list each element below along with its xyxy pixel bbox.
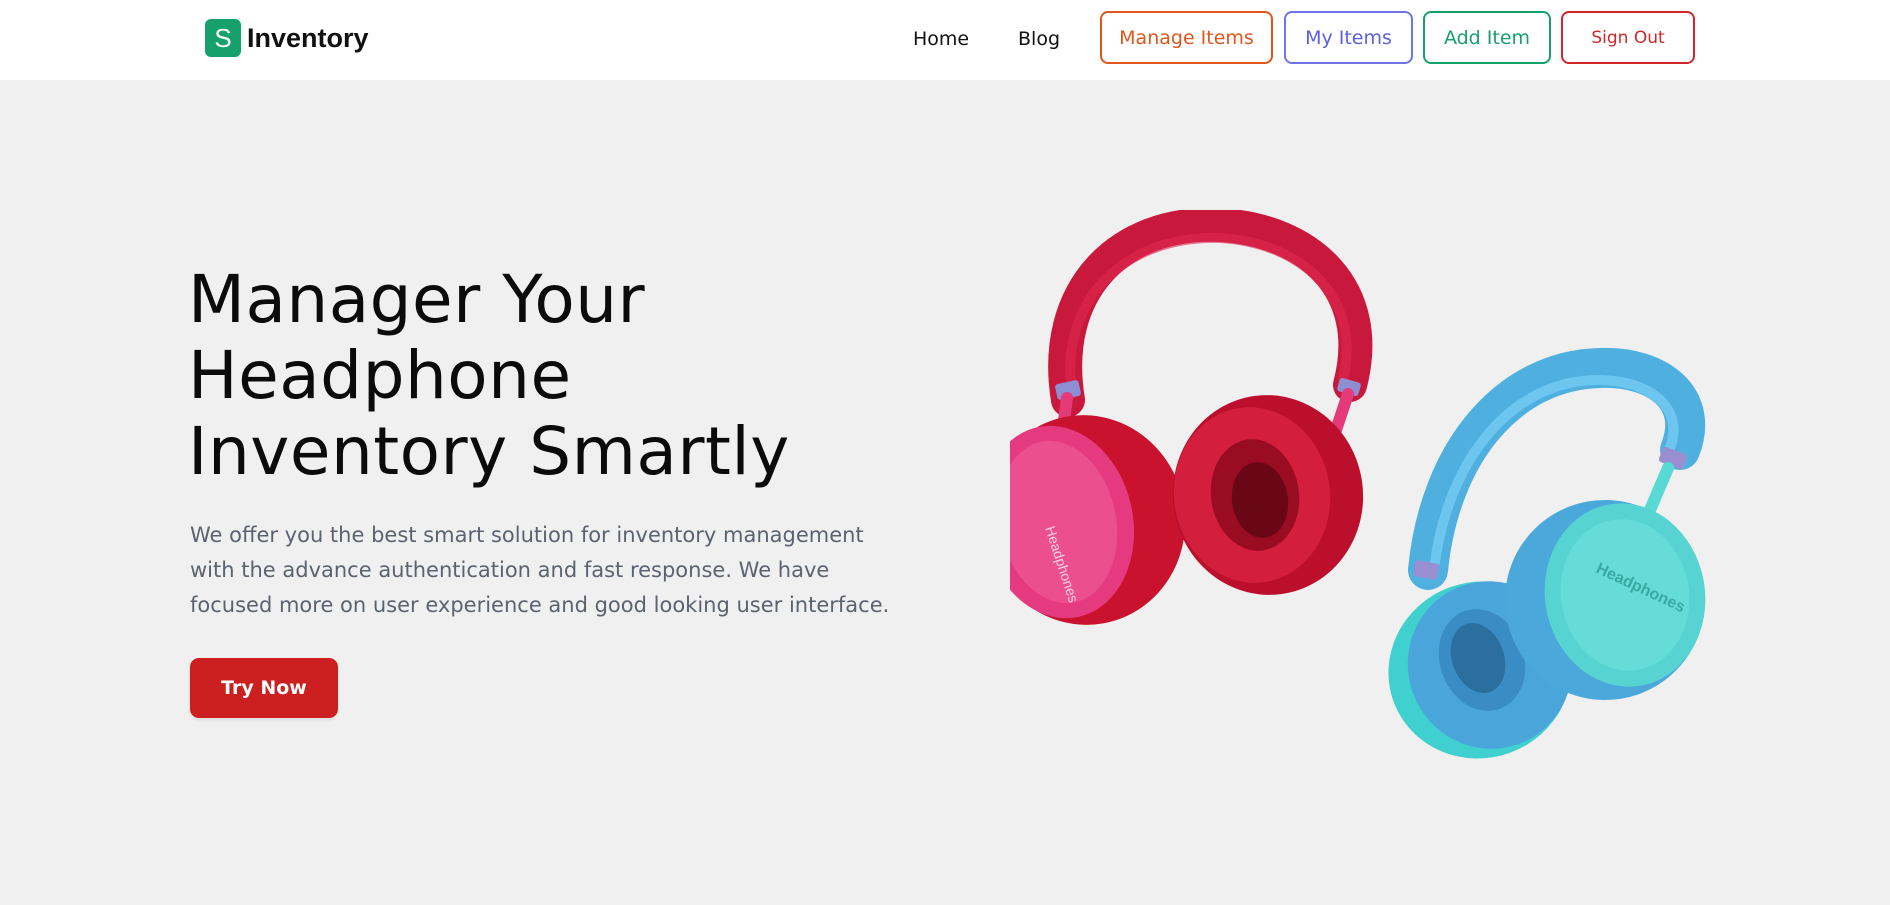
red-headphone: Headphones (1010, 210, 1373, 625)
sign-out-button[interactable]: Sign Out (1561, 11, 1695, 64)
manage-items-button[interactable]: Manage Items (1100, 11, 1273, 64)
hero-description: We offer you the best smart solution for… (190, 518, 910, 623)
hero-title-line: Manager Your (188, 261, 646, 338)
brand-link[interactable]: S Inventory (205, 19, 369, 57)
navbar: S Inventory Home Blog Manage Items My It… (0, 0, 1890, 80)
hero-description-line: focused more on user experience and good… (190, 593, 890, 617)
hero-description-line: with the advance authentication and fast… (190, 558, 830, 582)
add-item-button[interactable]: Add Item (1423, 11, 1551, 64)
nav-link-home[interactable]: Home (913, 24, 969, 54)
my-items-button[interactable]: My Items (1284, 11, 1413, 64)
try-now-button[interactable]: Try Now (190, 658, 338, 718)
hero-title-line: Headphone (188, 337, 572, 414)
brand-name: Inventory (247, 22, 369, 53)
blue-headphone: Headphones (1388, 347, 1706, 759)
nav-link-blog[interactable]: Blog (1018, 24, 1060, 54)
hero-description-line: We offer you the best smart solution for… (190, 523, 864, 547)
hero-title-line: Inventory Smartly (188, 413, 790, 490)
headphones-image: Headphones Headphones (1010, 210, 1706, 759)
brand-logo-icon: S (205, 19, 241, 57)
hero-title: Manager Your Headphone Inventory Smartly (188, 262, 948, 490)
